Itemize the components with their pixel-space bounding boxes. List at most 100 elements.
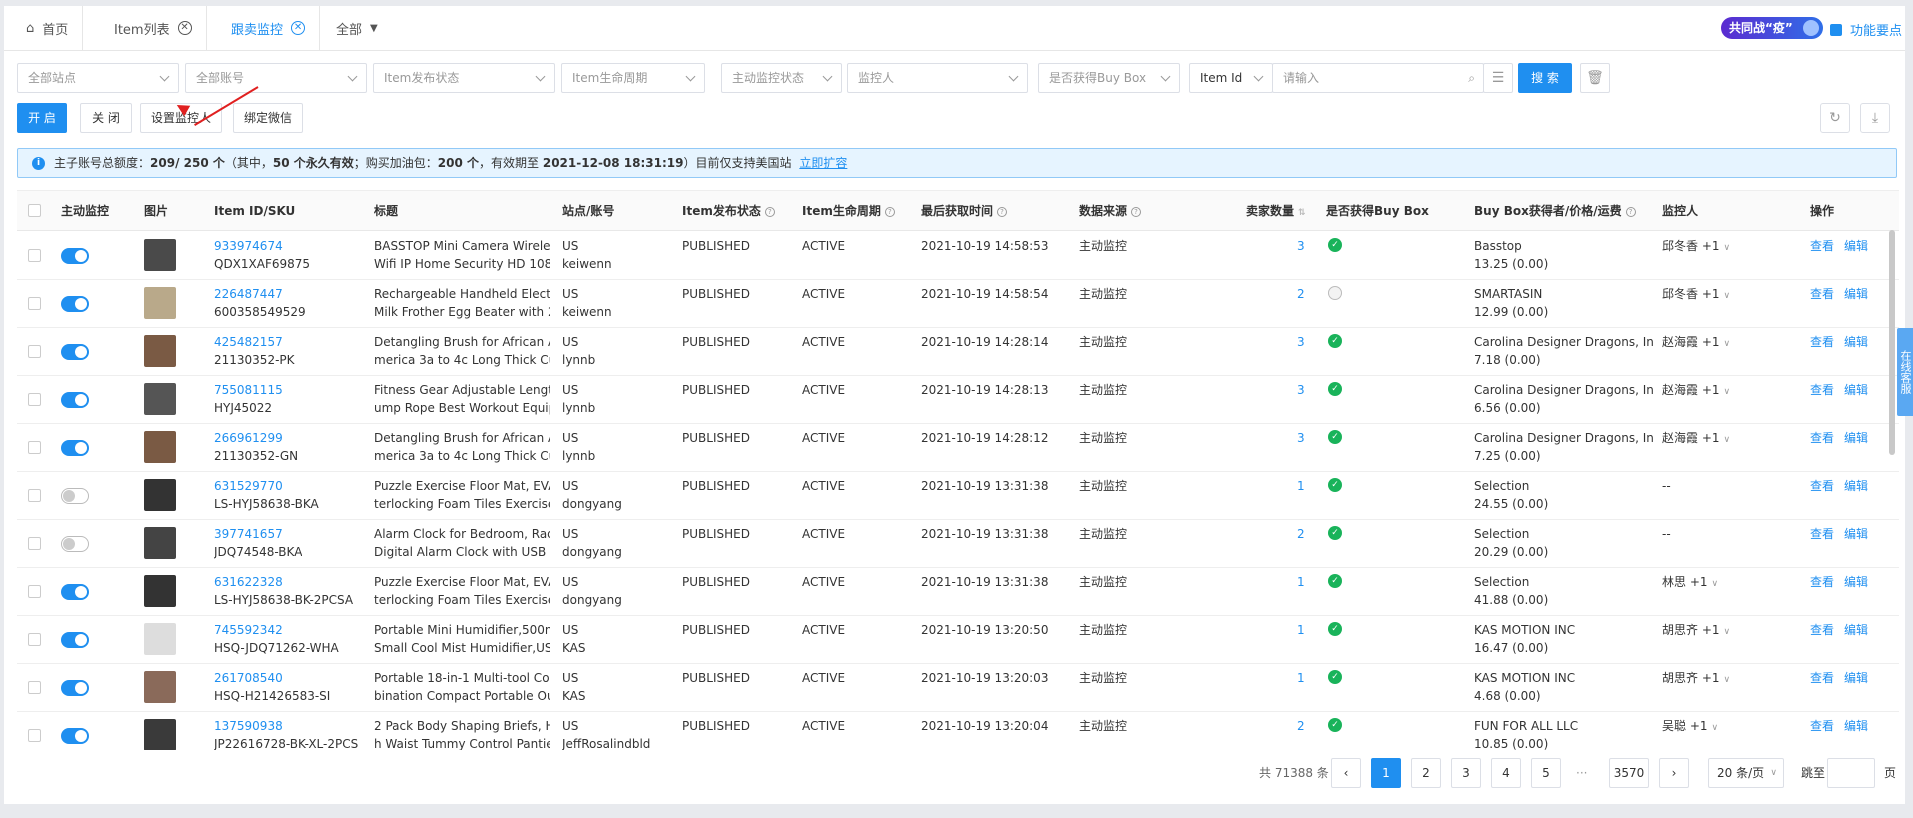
publish-status-select[interactable]: Item发布状态 [373, 63, 555, 93]
edit-link[interactable]: 编辑 [1844, 238, 1868, 255]
select-all-checkbox[interactable] [28, 204, 41, 217]
row-checkbox[interactable] [28, 249, 41, 262]
help-icon[interactable]: ? [884, 206, 895, 217]
tab-home[interactable]: ⌂ 首页 [12, 6, 84, 50]
monitor-person[interactable]: -- [1662, 526, 1671, 543]
row-checkbox[interactable] [28, 537, 41, 550]
seller-count-link[interactable]: 2 [1297, 718, 1305, 735]
edit-link[interactable]: 编辑 [1844, 430, 1868, 447]
item-id-link[interactable]: 745592342 [214, 622, 283, 639]
download-button[interactable]: ⤓ [1860, 103, 1890, 133]
row-checkbox[interactable] [28, 681, 41, 694]
seller-count-link[interactable]: 3 [1297, 334, 1305, 351]
monitor-person[interactable]: 胡思齐 +1 ∨ [1662, 622, 1730, 641]
help-icon[interactable]: ? [1625, 206, 1636, 217]
edit-link[interactable]: 编辑 [1844, 286, 1868, 303]
batch-input-button[interactable]: ☰ [1483, 63, 1513, 93]
item-id-link[interactable]: 226487447 [214, 286, 283, 303]
monitor-toggle[interactable] [61, 632, 89, 648]
item-id-link[interactable]: 631622328 [214, 574, 283, 591]
campaign-badge[interactable]: 共同战“疫” [1721, 17, 1823, 39]
view-link[interactable]: 查看 [1810, 622, 1834, 639]
table-scrollbar[interactable] [1889, 230, 1895, 455]
view-link[interactable]: 查看 [1810, 718, 1834, 735]
edit-link[interactable]: 编辑 [1844, 622, 1868, 639]
page-size-select[interactable]: 20 条/页 ∨ [1708, 758, 1784, 788]
page-5[interactable]: 5 [1531, 758, 1561, 788]
row-checkbox[interactable] [28, 729, 41, 742]
view-link[interactable]: 查看 [1810, 382, 1834, 399]
monitor-status-select[interactable]: 主动监控状态 [721, 63, 842, 93]
seller-count-link[interactable]: 2 [1297, 526, 1305, 543]
edit-link[interactable]: 编辑 [1844, 670, 1868, 687]
help-icon[interactable]: ? [997, 206, 1008, 217]
col-sellers[interactable]: 卖家数量 ⇅ [1246, 191, 1306, 231]
view-link[interactable]: 查看 [1810, 430, 1834, 447]
seller-count-link[interactable]: 1 [1297, 622, 1305, 639]
monitor-person[interactable]: 赵海霞 +1 ∨ [1662, 382, 1730, 401]
next-page-button[interactable]: › [1659, 758, 1689, 788]
view-link[interactable]: 查看 [1810, 526, 1834, 543]
item-id-link[interactable]: 755081115 [214, 382, 283, 399]
item-id-link[interactable]: 397741657 [214, 526, 283, 543]
monitor-person[interactable]: 吴聪 +1 ∨ [1662, 718, 1718, 737]
enable-button[interactable]: 开 启 [17, 103, 67, 133]
monitor-toggle[interactable] [61, 728, 89, 744]
buybox-select[interactable]: 是否获得Buy Box [1038, 63, 1180, 93]
disable-button[interactable]: 关 闭 [80, 103, 132, 133]
expand-quota-link[interactable]: 立即扩容 [799, 156, 847, 170]
item-id-link[interactable]: 425482157 [214, 334, 283, 351]
monitor-toggle[interactable] [61, 440, 89, 456]
seller-count-link[interactable]: 3 [1297, 430, 1305, 447]
search-button[interactable]: 搜 索 [1518, 63, 1572, 93]
close-icon[interactable]: ✕ [291, 21, 306, 35]
view-link[interactable]: 查看 [1810, 574, 1834, 591]
lifecycle-select[interactable]: Item生命周期 [561, 63, 705, 93]
item-id-link[interactable]: 266961299 [214, 430, 283, 447]
page-4[interactable]: 4 [1491, 758, 1521, 788]
monitor-toggle[interactable] [61, 536, 89, 552]
edit-link[interactable]: 编辑 [1844, 574, 1868, 591]
account-select[interactable]: 全部账号 [185, 63, 367, 93]
row-checkbox[interactable] [28, 585, 41, 598]
jump-input[interactable] [1827, 758, 1875, 788]
view-link[interactable]: 查看 [1810, 478, 1834, 495]
item-id-link[interactable]: 631529770 [214, 478, 283, 495]
monitor-toggle[interactable] [61, 344, 89, 360]
view-link[interactable]: 查看 [1810, 286, 1834, 303]
bind-wechat-button[interactable]: 绑定微信 [233, 103, 303, 133]
monitor-person[interactable]: 赵海霞 +1 ∨ [1662, 430, 1730, 449]
view-link[interactable]: 查看 [1810, 238, 1834, 255]
monitor-person[interactable]: 林思 +1 ∨ [1662, 574, 1718, 593]
monitor-person[interactable]: 赵海霞 +1 ∨ [1662, 334, 1730, 353]
row-checkbox[interactable] [28, 489, 41, 502]
monitor-person[interactable]: 邱冬香 +1 ∨ [1662, 286, 1730, 305]
monitor-toggle[interactable] [61, 488, 89, 504]
item-id-link[interactable]: 933974674 [214, 238, 283, 255]
row-checkbox[interactable] [28, 393, 41, 406]
refresh-button[interactable]: ↻ [1820, 103, 1850, 133]
online-support-button[interactable]: 在线客服 [1897, 328, 1913, 416]
view-link[interactable]: 查看 [1810, 334, 1834, 351]
page-last[interactable]: 3570 [1609, 758, 1649, 788]
search-type-select[interactable]: Item Id [1189, 63, 1273, 93]
tab-item-list[interactable]: Item列表 ✕ [100, 6, 207, 50]
item-id-link[interactable]: 137590938 [214, 718, 283, 735]
monitor-person[interactable]: 邱冬香 +1 ∨ [1662, 238, 1730, 257]
edit-link[interactable]: 编辑 [1844, 526, 1868, 543]
edit-link[interactable]: 编辑 [1844, 382, 1868, 399]
row-checkbox[interactable] [28, 345, 41, 358]
help-icon[interactable]: ? [764, 206, 775, 217]
prev-page-button[interactable]: ‹ [1331, 758, 1361, 788]
monitor-toggle[interactable] [61, 296, 89, 312]
monitor-toggle[interactable] [61, 680, 89, 696]
edit-link[interactable]: 编辑 [1844, 334, 1868, 351]
close-icon[interactable]: ✕ [177, 21, 192, 35]
row-checkbox[interactable] [28, 297, 41, 310]
monitor-person[interactable]: -- [1662, 478, 1671, 495]
page-ellipsis[interactable]: ··· [1576, 758, 1587, 788]
search-input[interactable]: 请输入 ⌕ [1272, 63, 1484, 93]
view-link[interactable]: 查看 [1810, 670, 1834, 687]
page-2[interactable]: 2 [1411, 758, 1441, 788]
clear-button[interactable]: 🗑 [1580, 63, 1610, 93]
